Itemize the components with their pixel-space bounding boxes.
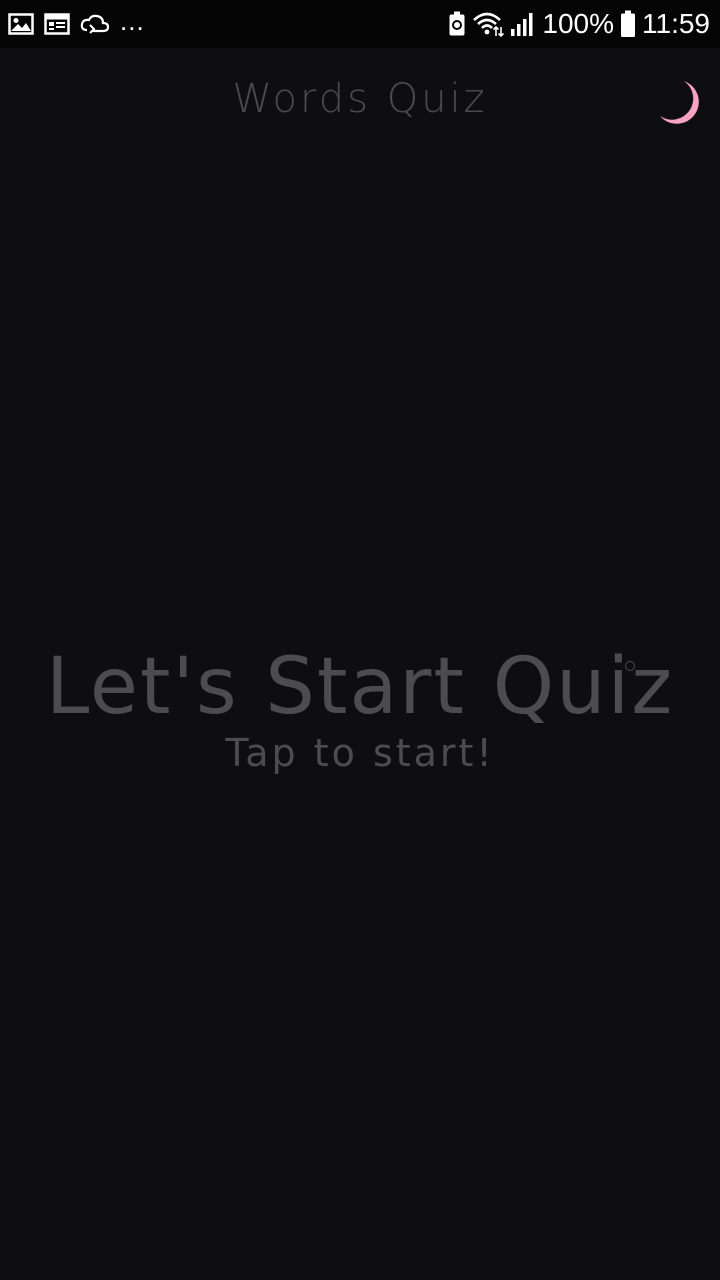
theme-toggle-button[interactable] — [654, 78, 704, 130]
battery-saver-icon — [448, 11, 466, 37]
battery-percent: 100% — [542, 8, 614, 39]
battery-icon — [620, 10, 636, 38]
status-bar: ... 100% 11:59 — [0, 0, 720, 48]
start-quiz-headline: Let's Start Quiz — [45, 642, 675, 732]
status-bar-right: 100% 11:59 — [448, 10, 710, 38]
image-icon — [8, 13, 34, 35]
signal-icon — [510, 11, 536, 37]
tap-to-start-hint: Tap to start! — [225, 731, 495, 775]
tap-to-start-area[interactable]: Let's Start Quiz Tap to start! — [0, 158, 720, 1280]
more-notifications: ... — [120, 5, 145, 36]
registered-mark — [625, 661, 635, 671]
status-bar-left: ... — [8, 6, 145, 37]
cloud-sync-icon — [80, 13, 110, 35]
clock: 11:59 — [642, 8, 710, 39]
moon-icon — [660, 81, 699, 124]
calendar-icon — [44, 13, 70, 35]
app-title: Words Quiz — [232, 76, 488, 122]
wifi-icon — [472, 11, 505, 37]
app-bar: Words Quiz — [0, 48, 720, 158]
